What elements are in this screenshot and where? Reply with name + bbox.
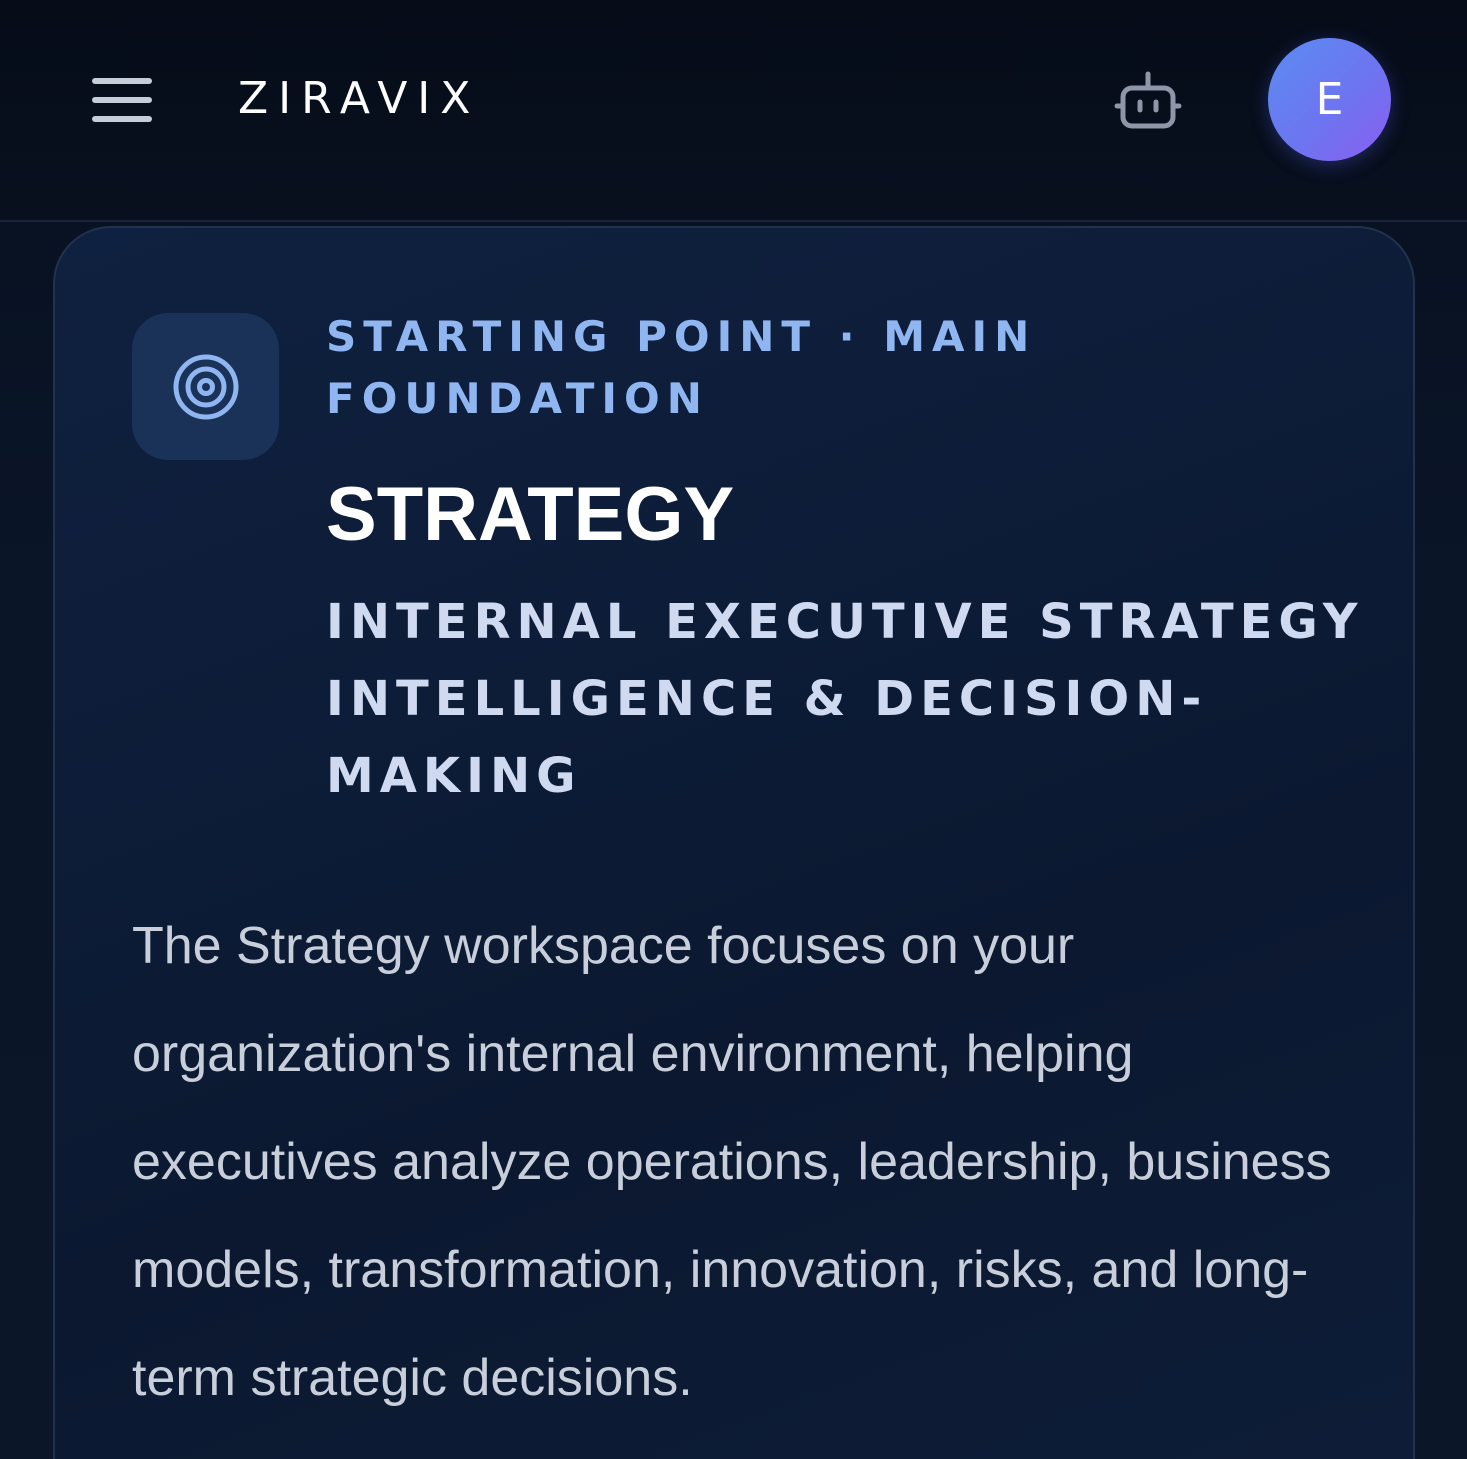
top-bar: ZIRAVIX E (0, 0, 1467, 222)
app-screen: ZIRAVIX E STARTING POINT · MAIN FOUNDATI… (0, 0, 1467, 1459)
strategy-icon-tile (132, 313, 279, 460)
card-title: STRATEGY (326, 472, 735, 557)
card-subtitle: INTERNAL EXECUTIVE STRATEGY INTELLIGENCE… (326, 594, 1364, 804)
hamburger-menu-icon (92, 78, 152, 84)
robot-icon (1114, 71, 1182, 129)
assistant-button[interactable] (1112, 70, 1184, 132)
hamburger-line (92, 116, 152, 122)
hamburger-line (92, 97, 152, 103)
user-avatar[interactable]: E (1268, 38, 1391, 161)
target-icon (173, 354, 238, 419)
menu-button[interactable] (92, 74, 154, 126)
brand-logo-text[interactable]: ZIRAVIX (238, 72, 480, 126)
card-eyebrow: STARTING POINT · MAIN FOUNDATION (326, 312, 1037, 423)
card-description: The Strategy workspace focuses on your o… (132, 917, 1332, 1407)
